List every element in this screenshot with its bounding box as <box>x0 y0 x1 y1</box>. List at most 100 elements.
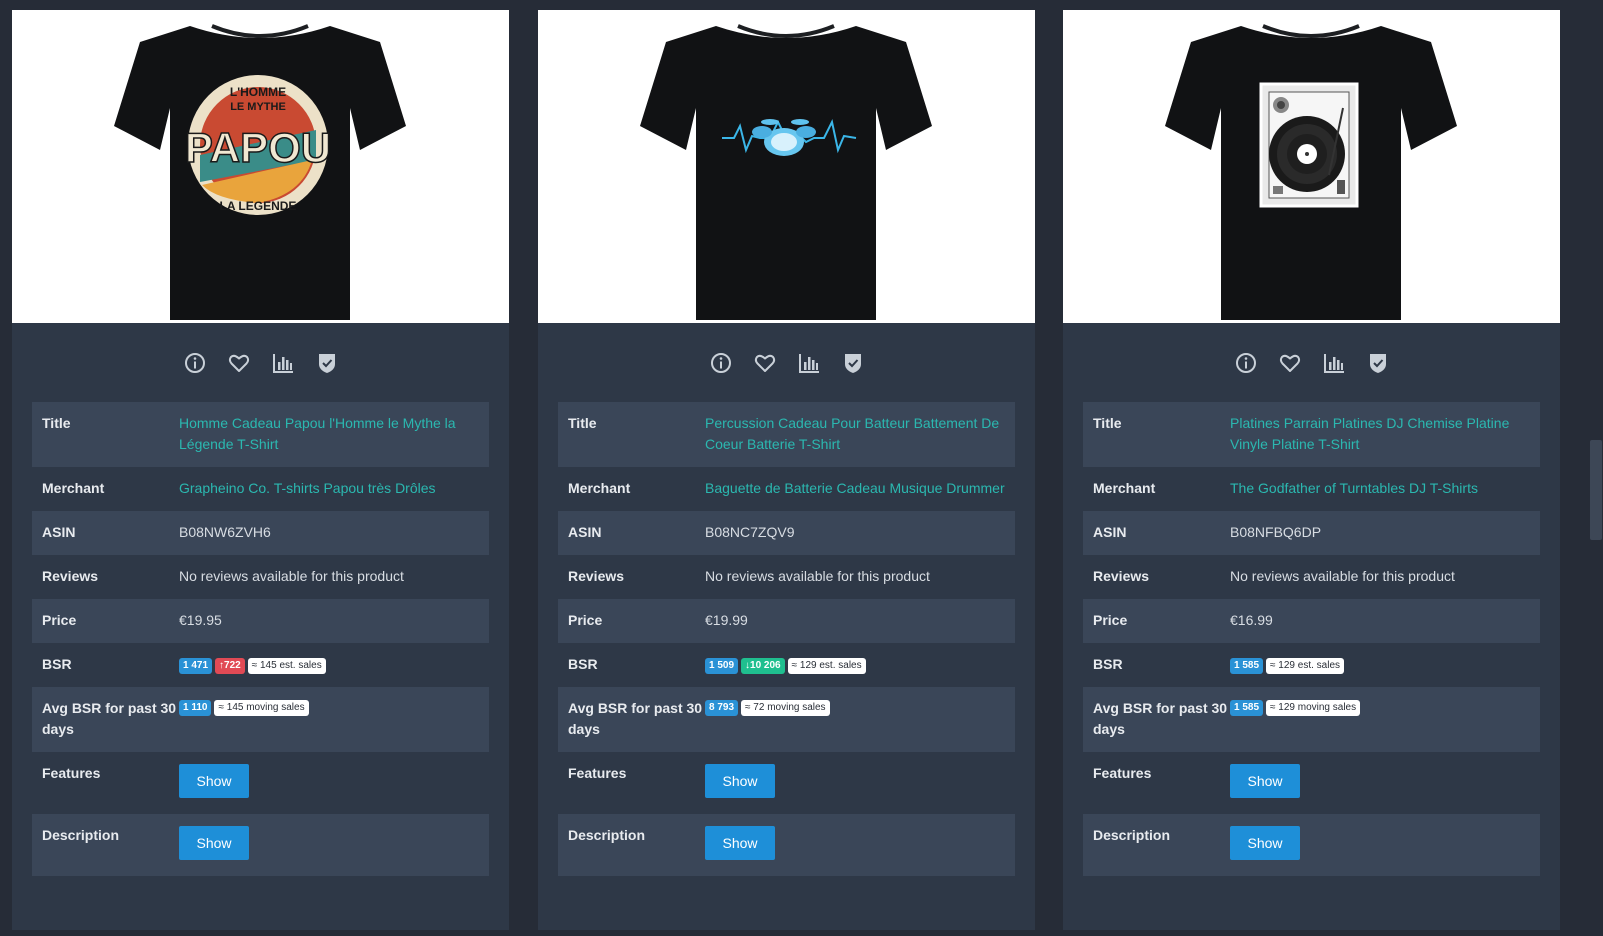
info-icon[interactable] <box>1234 351 1258 375</box>
shield-check-icon[interactable] <box>841 351 865 375</box>
reviews-value: No reviews available for this product <box>1230 568 1455 584</box>
title-label: Title <box>1093 415 1122 431</box>
asin-row: ASIN B08NW6ZVH6 <box>32 511 489 555</box>
reviews-row: Reviews No reviews available for this pr… <box>1083 555 1540 599</box>
price-row: Price €16.99 <box>1083 599 1540 643</box>
price-value: €19.95 <box>179 612 222 628</box>
product-card: Title Platines Parrain Platines DJ Chemi… <box>1063 10 1560 930</box>
description-show-button[interactable]: Show <box>705 826 775 860</box>
product-details: Title Platines Parrain Platines DJ Chemi… <box>1083 402 1540 876</box>
bar-chart-icon[interactable] <box>271 351 295 375</box>
heart-icon[interactable] <box>1278 351 1302 375</box>
product-title-link[interactable]: Percussion Cadeau Pour Batteur Battement… <box>705 413 1005 456</box>
product-image[interactable] <box>1063 10 1560 323</box>
description-show-button[interactable]: Show <box>1230 826 1300 860</box>
features-show-button[interactable]: Show <box>1230 764 1300 798</box>
bsr-sales-badge: ≈ 129 est. sales <box>787 658 866 674</box>
reviews-value: No reviews available for this product <box>179 568 404 584</box>
description-label: Description <box>42 827 120 843</box>
print-text-bottom: LA LEGENDE <box>220 199 297 213</box>
features-row: Features Show <box>558 752 1015 814</box>
features-show-button[interactable]: Show <box>179 764 249 798</box>
merchant-link[interactable]: Baguette de Batterie Cadeau Musique Drum… <box>705 478 1005 500</box>
asin-label: ASIN <box>42 524 76 540</box>
avg-bsr-badges: 8 793 ≈ 72 moving sales <box>705 698 1005 741</box>
bar-chart-icon[interactable] <box>1322 351 1346 375</box>
reviews-value: No reviews available for this product <box>705 568 930 584</box>
print-text-top-2: LE MYTHE <box>230 101 286 113</box>
heart-icon[interactable] <box>227 351 251 375</box>
avg-bsr-label: Avg BSR for past 30 days <box>1093 700 1228 737</box>
asin-value: B08NW6ZVH6 <box>179 524 271 540</box>
product-card: L'HOMME LE MYTHE PAPOU LA LEGENDE Title … <box>12 10 509 930</box>
bsr-row: BSR 1 471 ↑722 ≈ 145 est. sales <box>32 643 489 687</box>
print-text-main: PAPOU <box>185 124 331 171</box>
bsr-badges: 1 509 ↓10 206 ≈ 129 est. sales <box>705 654 1005 676</box>
bsr-change-badge: ↓10 206 <box>741 658 785 674</box>
product-actions <box>538 323 1035 402</box>
reviews-label: Reviews <box>568 568 625 584</box>
description-row: Description Show <box>558 814 1015 876</box>
info-icon[interactable] <box>183 351 207 375</box>
product-actions <box>12 323 509 402</box>
shield-check-icon[interactable] <box>1366 351 1390 375</box>
features-label: Features <box>42 765 101 781</box>
merchant-row: Merchant The Godfather of Turntables DJ … <box>1083 467 1540 511</box>
product-title-link[interactable]: Homme Cadeau Papou l'Homme le Mythe la L… <box>179 413 479 456</box>
t-shirt-image: L'HOMME LE MYTHE PAPOU LA LEGENDE <box>114 24 406 320</box>
bsr-sales-badge: ≈ 145 est. sales <box>247 658 326 674</box>
description-row: Description Show <box>1083 814 1540 876</box>
bsr-change-value: 722 <box>224 660 241 671</box>
features-label: Features <box>568 765 627 781</box>
product-image[interactable] <box>538 10 1035 323</box>
heart-icon[interactable] <box>753 351 777 375</box>
bsr-badges: 1 471 ↑722 ≈ 145 est. sales <box>179 654 479 676</box>
product-details: Title Percussion Cadeau Pour Batteur Bat… <box>558 402 1015 876</box>
merchant-link[interactable]: The Godfather of Turntables DJ T-Shirts <box>1230 478 1530 500</box>
price-label: Price <box>568 612 603 628</box>
avg-bsr-label: Avg BSR for past 30 days <box>568 700 703 737</box>
asin-row: ASIN B08NC7ZQV9 <box>558 511 1015 555</box>
scrollbar-thumb[interactable] <box>1590 440 1602 540</box>
print-text-top: L'HOMME <box>230 85 286 99</box>
price-label: Price <box>42 612 77 628</box>
merchant-link[interactable]: Grapheino Co. T-shirts Papou très Drôles <box>179 478 479 500</box>
bsr-change-value: 10 206 <box>750 660 781 671</box>
bsr-label: BSR <box>1093 656 1123 672</box>
bar-chart-icon[interactable] <box>797 351 821 375</box>
description-label: Description <box>568 827 646 843</box>
avg-bsr-row: Avg BSR for past 30 days 1 585 ≈ 129 mov… <box>1083 687 1540 752</box>
bsr-row: BSR 1 509 ↓10 206 ≈ 129 est. sales <box>558 643 1015 687</box>
merchant-row: Merchant Grapheino Co. T-shirts Papou tr… <box>32 467 489 511</box>
merchant-label: Merchant <box>42 480 105 496</box>
bsr-change-badge: ↑722 <box>215 658 245 674</box>
reviews-row: Reviews No reviews available for this pr… <box>32 555 489 599</box>
t-shirt-image <box>1165 24 1457 320</box>
reviews-row: Reviews No reviews available for this pr… <box>558 555 1015 599</box>
asin-value: B08NC7ZQV9 <box>705 524 795 540</box>
shield-check-icon[interactable] <box>315 351 339 375</box>
avg-bsr-row: Avg BSR for past 30 days 8 793 ≈ 72 movi… <box>558 687 1015 752</box>
product-actions <box>1063 323 1560 402</box>
merchant-row: Merchant Baguette de Batterie Cadeau Mus… <box>558 467 1015 511</box>
avg-bsr-badge: 1 585 <box>1230 700 1264 716</box>
bsr-badge: 1 471 <box>179 658 213 674</box>
price-row: Price €19.95 <box>32 599 489 643</box>
description-show-button[interactable]: Show <box>179 826 249 860</box>
description-row: Description Show <box>32 814 489 876</box>
description-label: Description <box>1093 827 1171 843</box>
product-image[interactable]: L'HOMME LE MYTHE PAPOU LA LEGENDE <box>12 10 509 323</box>
product-card: Title Percussion Cadeau Pour Batteur Bat… <box>538 10 1035 930</box>
title-label: Title <box>42 415 71 431</box>
info-icon[interactable] <box>709 351 733 375</box>
features-row: Features Show <box>1083 752 1540 814</box>
bsr-row: BSR 1 585 ≈ 129 est. sales <box>1083 643 1540 687</box>
merchant-label: Merchant <box>1093 480 1156 496</box>
features-show-button[interactable]: Show <box>705 764 775 798</box>
price-value: €19.99 <box>705 612 748 628</box>
title-row: Title Homme Cadeau Papou l'Homme le Myth… <box>32 402 489 467</box>
product-title-link[interactable]: Platines Parrain Platines DJ Chemise Pla… <box>1230 413 1530 456</box>
bsr-badges: 1 585 ≈ 129 est. sales <box>1230 654 1530 676</box>
avg-sales-badge: ≈ 129 moving sales <box>1266 700 1361 716</box>
bsr-badge: 1 585 <box>1230 658 1264 674</box>
